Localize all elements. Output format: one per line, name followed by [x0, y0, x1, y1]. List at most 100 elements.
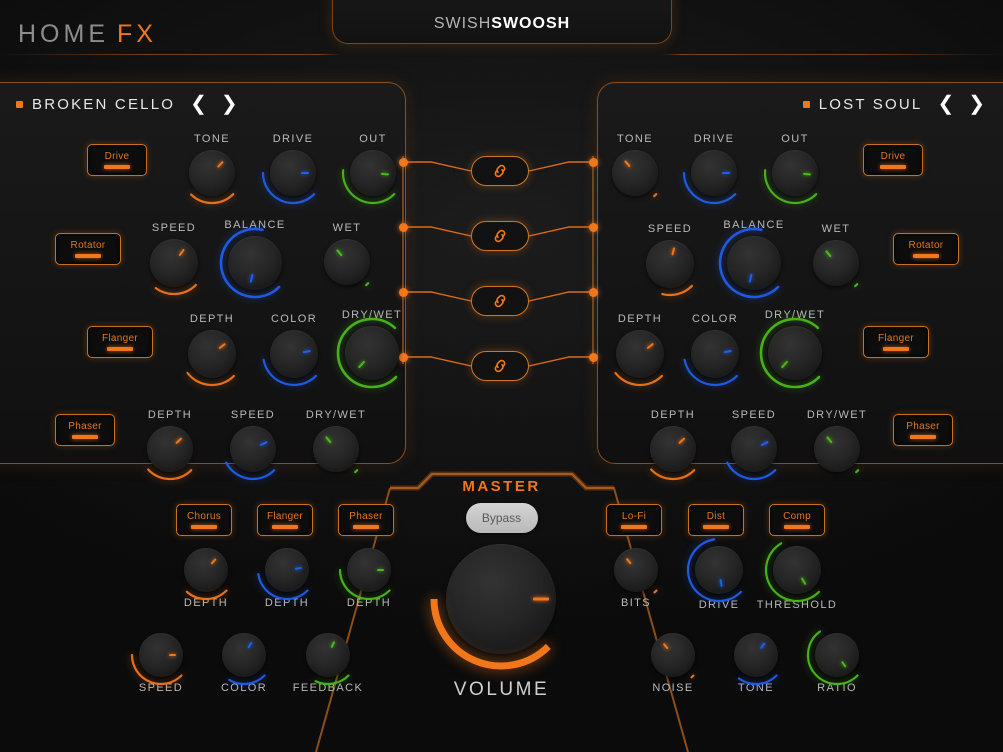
knob-dial[interactable]	[189, 150, 235, 205]
knob-arc	[661, 284, 694, 297]
knob-dial[interactable]	[324, 239, 370, 287]
preset-nav-left: ❮ ❯	[188, 94, 240, 114]
link-button-4[interactable]	[471, 351, 529, 381]
module-button-chorus[interactable]: Chorus	[176, 504, 232, 536]
module-button-flanger[interactable]: Flanger	[863, 326, 929, 358]
knob-dial[interactable]	[147, 426, 193, 481]
module-button-label: Chorus	[186, 511, 222, 522]
knob-dial[interactable]	[222, 633, 266, 686]
master-volume-knob[interactable]	[430, 544, 556, 670]
link-node-dot	[589, 353, 598, 362]
knob-dial[interactable]	[686, 538, 743, 603]
knob-arc-svg	[338, 568, 391, 601]
knob-dial[interactable]	[341, 150, 396, 205]
knob-dial[interactable]	[813, 240, 859, 288]
knob-arc	[653, 193, 658, 198]
knob-dial[interactable]	[650, 426, 696, 481]
knob-color: COLOR	[221, 633, 266, 694]
knob-depth: DEPTH	[147, 409, 193, 481]
preset-selector-right: LOST SOUL ❮ ❯	[802, 91, 987, 117]
link-wire	[528, 291, 597, 302]
chevron-left-icon[interactable]: ❮	[935, 94, 956, 114]
knob-arc	[257, 572, 309, 601]
knob-dial[interactable]	[150, 239, 198, 296]
knob-depth: DEPTH	[338, 548, 391, 609]
knob-dial[interactable]	[763, 150, 818, 205]
knob-dry-wet: DRY/WET	[759, 309, 824, 389]
knob-dial[interactable]	[682, 150, 737, 205]
knob-dial[interactable]	[806, 630, 859, 686]
knob-arc	[219, 227, 281, 299]
knob-speed: SPEED	[130, 633, 183, 694]
module-button-drive[interactable]: Drive	[863, 144, 923, 176]
knob-arc-svg	[261, 171, 316, 205]
knob-dial[interactable]	[306, 633, 350, 686]
knob-dial[interactable]	[764, 542, 821, 603]
knob-arc	[682, 171, 737, 205]
chevron-right-icon[interactable]: ❯	[219, 94, 240, 114]
knob-dial[interactable]	[219, 227, 282, 299]
header-divider	[0, 54, 1003, 55]
knob-arc	[365, 282, 370, 287]
knob-threshold: THRESHOLD	[757, 542, 836, 611]
module-button-phaser[interactable]: Phaser	[338, 504, 394, 536]
module-button-flanger[interactable]: Flanger	[257, 504, 313, 536]
module-button-rotator[interactable]: Rotator	[893, 233, 959, 265]
module-button-drive[interactable]: Drive	[87, 144, 147, 176]
link-wire	[528, 226, 597, 237]
knob-arc-svg	[726, 461, 777, 481]
knob-drive: DRIVE	[682, 133, 737, 205]
module-button-rotator[interactable]: Rotator	[55, 233, 121, 265]
knob-dial[interactable]	[186, 330, 236, 387]
module-button-label: Comp	[783, 511, 811, 522]
link-button-2[interactable]	[471, 221, 529, 251]
module-active-indicator	[104, 165, 130, 169]
knob-dial[interactable]	[130, 633, 183, 686]
knob-dial[interactable]	[261, 150, 316, 205]
fx-link[interactable]: FX	[117, 20, 157, 48]
knob-dial[interactable]	[651, 633, 695, 679]
knob-arc	[764, 542, 821, 603]
knob-out: OUT	[341, 133, 396, 205]
knob-dial[interactable]	[814, 426, 860, 474]
link-wire	[403, 291, 472, 302]
module-button-phaser[interactable]: Phaser	[893, 414, 953, 446]
knob-dial[interactable]	[338, 548, 391, 601]
knob-arc-svg	[228, 674, 266, 686]
knob-arc-svg	[718, 227, 780, 299]
module-active-indicator	[784, 525, 810, 529]
knob-dial[interactable]	[646, 240, 694, 297]
preset-name-left[interactable]: BROKEN CELLO	[32, 96, 175, 113]
chevron-right-icon[interactable]: ❯	[966, 94, 987, 114]
knob-dial[interactable]	[726, 426, 777, 481]
knob-dial[interactable]	[759, 317, 822, 389]
chevron-left-icon[interactable]: ❮	[188, 94, 209, 114]
knob-dial[interactable]	[614, 548, 658, 594]
link-button-1[interactable]	[471, 156, 529, 186]
knob-drive: DRIVE	[261, 133, 316, 205]
home-link[interactable]: HOME	[18, 20, 109, 48]
knob-dial[interactable]	[683, 330, 739, 387]
preset-name-right[interactable]: LOST SOUL	[819, 96, 923, 113]
module-button-dist[interactable]: Dist	[688, 504, 744, 536]
knob-dial[interactable]	[718, 227, 781, 299]
knob-dial[interactable]	[336, 317, 399, 389]
knob-dial[interactable]	[225, 426, 276, 481]
link-button-3[interactable]	[471, 286, 529, 316]
knob-dial[interactable]	[614, 330, 664, 387]
knob-arc-svg	[354, 469, 359, 474]
module-button-flanger[interactable]: Flanger	[87, 326, 153, 358]
knob-dial[interactable]	[262, 330, 318, 387]
knob-arc	[338, 568, 391, 601]
module-button-comp[interactable]: Comp	[769, 504, 825, 536]
knob-bits: BITS	[614, 548, 658, 609]
knob-dial[interactable]	[257, 548, 309, 601]
module-active-indicator	[75, 254, 101, 258]
knob-dial[interactable]	[184, 548, 228, 601]
knob-arc	[614, 371, 664, 387]
module-button-phaser[interactable]: Phaser	[55, 414, 115, 446]
knob-dial[interactable]	[612, 150, 658, 198]
knob-dial[interactable]	[734, 633, 778, 686]
module-button-lo-fi[interactable]: Lo-Fi	[606, 504, 662, 536]
knob-dial[interactable]	[313, 426, 359, 474]
